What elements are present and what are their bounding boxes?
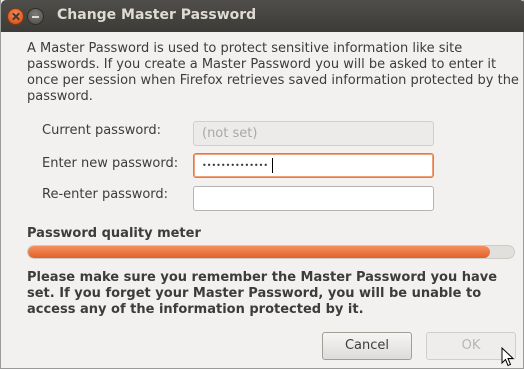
- reenter-password-field[interactable]: [193, 186, 434, 211]
- text-caret: [272, 158, 273, 173]
- current-password-label: Current password:: [42, 123, 162, 138]
- window-title: Change Master Password: [57, 7, 257, 23]
- new-password-label: Enter new password:: [42, 156, 179, 171]
- dialog-window: Change Master Password A Master Password…: [0, 0, 524, 369]
- cancel-button[interactable]: Cancel: [322, 332, 412, 360]
- warning-text: Please make sure you remember the Master…: [27, 270, 498, 317]
- new-password-field[interactable]: [193, 153, 434, 178]
- quality-meter: [27, 245, 515, 259]
- close-icon[interactable]: [7, 8, 24, 25]
- reenter-password-label: Re-enter password:: [42, 187, 169, 202]
- pointer-cursor-icon: [501, 347, 515, 367]
- minimize-icon[interactable]: [27, 8, 44, 25]
- quality-meter-fill: [28, 246, 490, 258]
- current-password-field: [193, 121, 434, 146]
- intro-text: A Master Password is used to protect sen…: [27, 41, 519, 104]
- quality-meter-label: Password quality meter: [27, 226, 201, 241]
- title-bar: Change Master Password: [1, 0, 524, 32]
